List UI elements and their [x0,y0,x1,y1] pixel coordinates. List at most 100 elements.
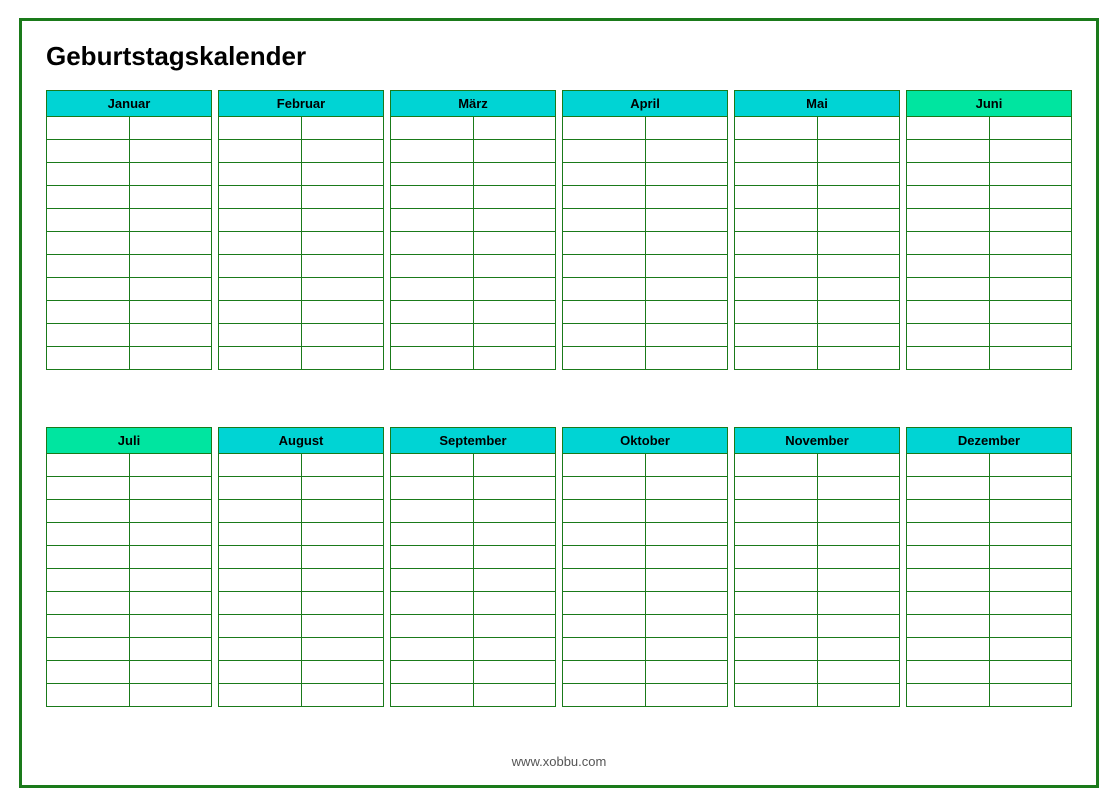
grid-cell[interactable] [563,186,646,208]
grid-cell[interactable] [302,209,384,231]
grid-cell[interactable] [302,546,384,568]
grid-cell[interactable] [47,454,130,476]
grid-cell[interactable] [735,117,818,139]
grid-cell[interactable] [474,615,556,637]
grid-cell[interactable] [219,546,302,568]
grid-cell[interactable] [219,523,302,545]
grid-cell[interactable] [47,301,130,323]
grid-cell[interactable] [130,684,212,706]
grid-cell[interactable] [219,278,302,300]
grid-cell[interactable] [563,209,646,231]
grid-cell[interactable] [219,209,302,231]
grid-cell[interactable] [735,232,818,254]
grid-cell[interactable] [907,255,990,277]
grid-cell[interactable] [47,592,130,614]
grid-cell[interactable] [47,684,130,706]
grid-cell[interactable] [735,163,818,185]
grid-cell[interactable] [47,255,130,277]
grid-cell[interactable] [818,546,900,568]
grid-cell[interactable] [563,347,646,369]
grid-cell[interactable] [474,638,556,660]
grid-cell[interactable] [47,477,130,499]
grid-cell[interactable] [818,163,900,185]
grid-cell[interactable] [990,477,1072,499]
grid-cell[interactable] [47,324,130,346]
grid-cell[interactable] [907,232,990,254]
grid-cell[interactable] [219,324,302,346]
grid-cell[interactable] [130,255,212,277]
grid-cell[interactable] [818,569,900,591]
grid-cell[interactable] [474,278,556,300]
grid-cell[interactable] [735,186,818,208]
grid-cell[interactable] [646,232,728,254]
grid-cell[interactable] [907,186,990,208]
grid-cell[interactable] [735,615,818,637]
grid-cell[interactable] [47,140,130,162]
grid-cell[interactable] [646,301,728,323]
grid-cell[interactable] [47,278,130,300]
grid-cell[interactable] [47,661,130,683]
grid-cell[interactable] [391,500,474,522]
grid-cell[interactable] [735,546,818,568]
grid-cell[interactable] [47,546,130,568]
grid-cell[interactable] [130,324,212,346]
grid-cell[interactable] [990,454,1072,476]
grid-cell[interactable] [219,661,302,683]
grid-cell[interactable] [907,523,990,545]
grid-cell[interactable] [391,186,474,208]
grid-cell[interactable] [907,661,990,683]
grid-cell[interactable] [990,684,1072,706]
grid-cell[interactable] [646,661,728,683]
grid-cell[interactable] [219,117,302,139]
grid-cell[interactable] [563,661,646,683]
grid-cell[interactable] [130,117,212,139]
grid-cell[interactable] [990,278,1072,300]
grid-cell[interactable] [563,546,646,568]
grid-cell[interactable] [646,209,728,231]
grid-cell[interactable] [735,523,818,545]
grid-cell[interactable] [391,278,474,300]
grid-cell[interactable] [818,454,900,476]
grid-cell[interactable] [907,500,990,522]
grid-cell[interactable] [302,278,384,300]
grid-cell[interactable] [47,117,130,139]
grid-cell[interactable] [818,255,900,277]
grid-cell[interactable] [302,347,384,369]
grid-cell[interactable] [735,454,818,476]
grid-cell[interactable] [47,569,130,591]
grid-cell[interactable] [990,140,1072,162]
grid-cell[interactable] [219,140,302,162]
grid-cell[interactable] [391,140,474,162]
grid-cell[interactable] [646,500,728,522]
grid-cell[interactable] [735,347,818,369]
grid-cell[interactable] [474,684,556,706]
grid-cell[interactable] [302,523,384,545]
grid-cell[interactable] [302,163,384,185]
grid-cell[interactable] [391,301,474,323]
grid-cell[interactable] [818,117,900,139]
grid-cell[interactable] [907,615,990,637]
grid-cell[interactable] [474,140,556,162]
grid-cell[interactable] [219,638,302,660]
grid-cell[interactable] [302,301,384,323]
grid-cell[interactable] [391,163,474,185]
grid-cell[interactable] [646,117,728,139]
grid-cell[interactable] [907,569,990,591]
grid-cell[interactable] [907,163,990,185]
grid-cell[interactable] [563,454,646,476]
grid-cell[interactable] [563,684,646,706]
grid-cell[interactable] [818,278,900,300]
grid-cell[interactable] [391,523,474,545]
grid-cell[interactable] [130,232,212,254]
grid-cell[interactable] [219,569,302,591]
grid-cell[interactable] [907,209,990,231]
grid-cell[interactable] [474,324,556,346]
grid-cell[interactable] [735,209,818,231]
grid-cell[interactable] [302,500,384,522]
grid-cell[interactable] [474,454,556,476]
grid-cell[interactable] [391,232,474,254]
grid-cell[interactable] [646,569,728,591]
grid-cell[interactable] [907,278,990,300]
grid-cell[interactable] [563,569,646,591]
grid-cell[interactable] [646,615,728,637]
